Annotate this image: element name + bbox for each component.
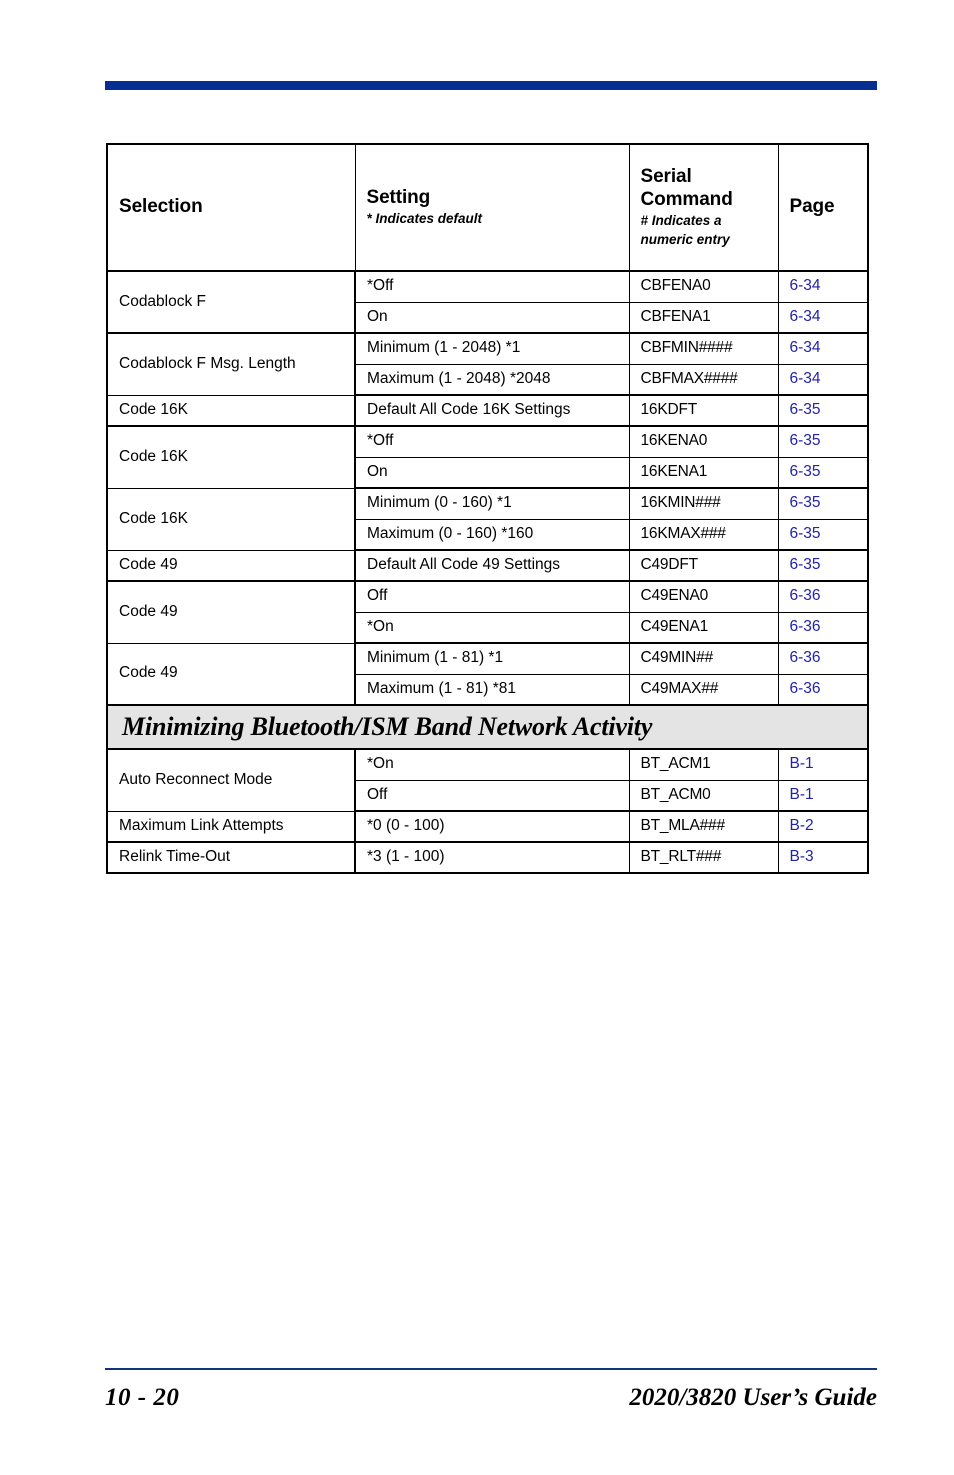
column-header-setting: Setting * Indicates default xyxy=(354,143,630,272)
row-setting: Default All Code 49 Settings xyxy=(354,549,630,582)
row-command: BT_ACM0 xyxy=(628,779,779,812)
header-page-label: Page xyxy=(789,196,835,218)
table-row: Code 16K *Off 16KENA0 6-35 xyxy=(106,425,869,489)
row-page-link[interactable]: 6-34 xyxy=(777,332,869,365)
row-selection: Auto Reconnect Mode xyxy=(106,748,356,812)
row-page-link[interactable]: 6-36 xyxy=(777,611,869,644)
row-command: C49MAX## xyxy=(628,673,779,706)
row-page-link[interactable]: 6-35 xyxy=(777,394,869,427)
section-band-row: Minimizing Bluetooth/ISM Band Network Ac… xyxy=(106,704,869,750)
document-page: Selection Setting * Indicates default Se… xyxy=(0,0,954,1475)
row-page-link[interactable]: 6-35 xyxy=(777,518,869,551)
header-selection-label: Selection xyxy=(119,196,203,218)
table-row: Maximum Link Attempts *0 (0 - 100) BT_ML… xyxy=(106,810,869,843)
row-selection: Code 49 xyxy=(106,549,356,582)
table-row: Code 16K Default All Code 16K Settings 1… xyxy=(106,394,869,427)
table-row: Codablock F *Off CBFENA0 6-34 xyxy=(106,270,869,334)
row-page-link[interactable]: 6-36 xyxy=(777,580,869,613)
row-setting: *Off xyxy=(354,270,630,303)
row-command: CBFMIN#### xyxy=(628,332,779,365)
header-blue-rule xyxy=(105,81,877,90)
row-command: 16KMAX### xyxy=(628,518,779,551)
row-setting: Maximum (0 - 160) *160 xyxy=(354,518,630,551)
footer-page-number: 10 - 20 xyxy=(105,1384,180,1411)
table-row: Codablock F Msg. Length Minimum (1 - 204… xyxy=(106,332,869,396)
row-command: 16KMIN### xyxy=(628,487,779,520)
row-setting: Default All Code 16K Settings xyxy=(354,394,630,427)
row-setting: Maximum (1 - 2048) *2048 xyxy=(354,363,630,396)
table-row: Relink Time-Out *3 (1 - 100) BT_RLT### B… xyxy=(106,841,869,874)
row-selection: Maximum Link Attempts xyxy=(106,810,356,843)
row-page-link[interactable]: 6-34 xyxy=(777,301,869,334)
row-command: 16KENA1 xyxy=(628,456,779,489)
row-command: CBFENA1 xyxy=(628,301,779,334)
row-setting: *3 (1 - 100) xyxy=(354,841,630,874)
table-row: Code 49 Off C49ENA0 6-36 xyxy=(106,580,869,644)
row-page-link[interactable]: 6-35 xyxy=(777,549,869,582)
row-page-link[interactable]: B-3 xyxy=(777,841,869,874)
page-footer: 10 - 20 2020/3820 User’s Guide xyxy=(105,1378,877,1418)
row-page-link[interactable]: 6-35 xyxy=(777,456,869,489)
row-setting: On xyxy=(354,301,630,334)
row-command: 16KENA0 xyxy=(628,425,779,458)
row-command: C49DFT xyxy=(628,549,779,582)
footer-blue-rule xyxy=(105,1368,877,1370)
row-command: C49ENA0 xyxy=(628,580,779,613)
row-selection: Code 49 xyxy=(106,580,356,644)
row-setting: Minimum (1 - 2048) *1 xyxy=(354,332,630,365)
row-setting: On xyxy=(354,456,630,489)
row-selection: Relink Time-Out xyxy=(106,841,356,874)
row-setting: *0 (0 - 100) xyxy=(354,810,630,843)
row-page-link[interactable]: 6-35 xyxy=(777,425,869,458)
row-page-link[interactable]: 6-36 xyxy=(777,642,869,675)
row-selection: Codablock F xyxy=(106,270,356,334)
row-setting: *On xyxy=(354,748,630,781)
header-serial-label-line1: Serial xyxy=(640,165,692,187)
row-selection: Code 16K xyxy=(106,487,356,551)
row-page-link[interactable]: 6-34 xyxy=(777,363,869,396)
row-setting: Off xyxy=(354,580,630,613)
table-row: Auto Reconnect Mode *On BT_ACM1 B-1 xyxy=(106,748,869,812)
row-command: BT_ACM1 xyxy=(628,748,779,781)
row-command: BT_RLT### xyxy=(628,841,779,874)
row-selection: Code 49 xyxy=(106,642,356,706)
row-setting: Off xyxy=(354,779,630,812)
row-page-link[interactable]: 6-36 xyxy=(777,673,869,706)
row-setting: Maximum (1 - 81) *81 xyxy=(354,673,630,706)
row-command: CBFENA0 xyxy=(628,270,779,303)
row-command: C49MIN## xyxy=(628,642,779,675)
row-command: C49ENA1 xyxy=(628,611,779,644)
row-setting: *On xyxy=(354,611,630,644)
row-setting: Minimum (0 - 160) *1 xyxy=(354,487,630,520)
footer-guide-title: 2020/3820 User’s Guide xyxy=(629,1384,877,1411)
section-title: Minimizing Bluetooth/ISM Band Network Ac… xyxy=(106,704,869,750)
row-selection: Code 16K xyxy=(106,394,356,427)
row-page-link[interactable]: B-1 xyxy=(777,748,869,781)
row-page-link[interactable]: B-1 xyxy=(777,779,869,812)
column-header-selection: Selection xyxy=(106,143,356,272)
row-selection: Codablock F Msg. Length xyxy=(106,332,356,396)
header-serial-note-line2: numeric entry xyxy=(640,232,730,248)
header-serial-note-line1: # Indicates a xyxy=(640,213,722,229)
row-command: BT_MLA### xyxy=(628,810,779,843)
row-setting: *Off xyxy=(354,425,630,458)
table-row: Code 16K Minimum (0 - 160) *1 16KMIN### … xyxy=(106,487,869,551)
column-header-page: Page xyxy=(777,143,869,272)
header-setting-note: * Indicates default xyxy=(366,211,483,227)
row-page-link[interactable]: B-2 xyxy=(777,810,869,843)
row-setting: Minimum (1 - 81) *1 xyxy=(354,642,630,675)
header-setting-label: Setting xyxy=(366,186,431,208)
row-page-link[interactable]: 6-34 xyxy=(777,270,869,303)
table-row: Code 49 Minimum (1 - 81) *1 C49MIN## 6-3… xyxy=(106,642,869,706)
row-command: 16KDFT xyxy=(628,394,779,427)
row-command: CBFMAX#### xyxy=(628,363,779,396)
programming-chart-table: Selection Setting * Indicates default Se… xyxy=(106,143,869,874)
header-serial-label-line2: Command xyxy=(640,188,733,210)
column-header-serial-command: Serial Command # Indicates a numeric ent… xyxy=(628,143,779,272)
table-row: Code 49 Default All Code 49 Settings C49… xyxy=(106,549,869,582)
row-selection: Code 16K xyxy=(106,425,356,489)
table-header-row: Selection Setting * Indicates default Se… xyxy=(106,143,869,272)
row-page-link[interactable]: 6-35 xyxy=(777,487,869,520)
